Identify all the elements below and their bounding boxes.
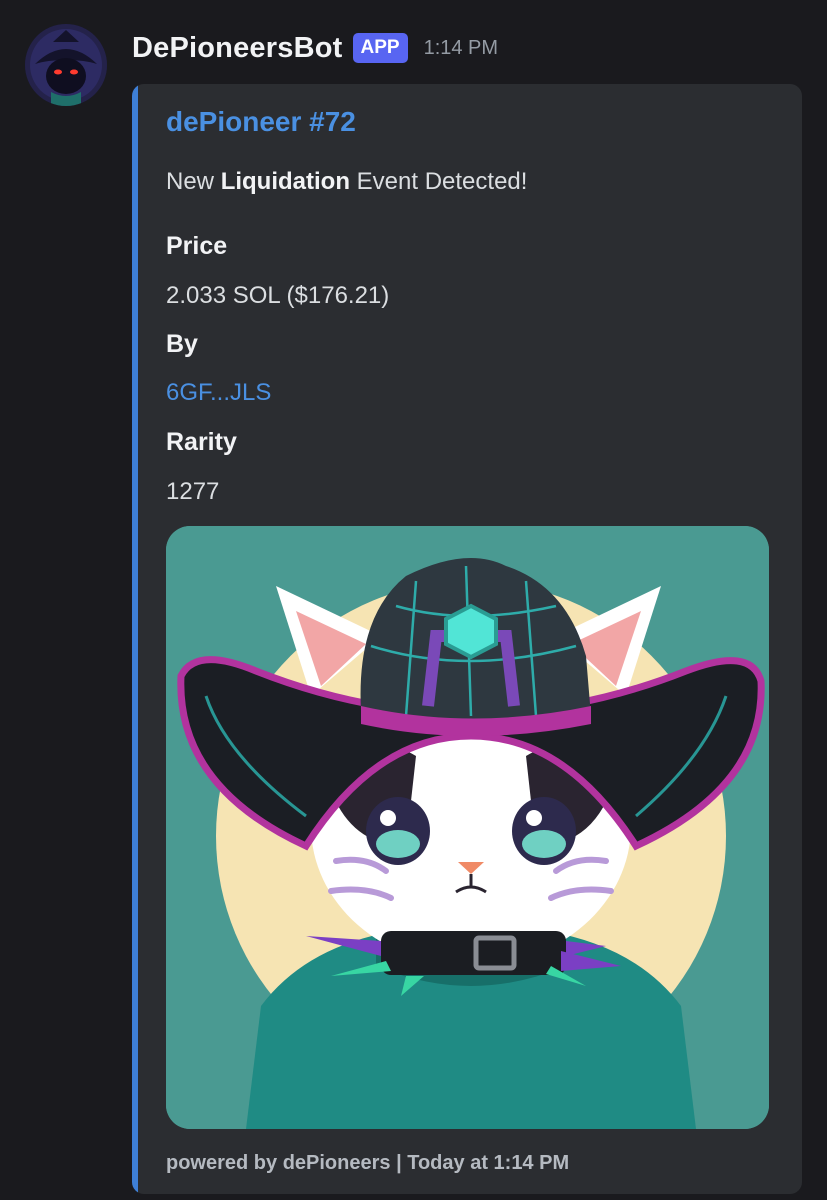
field-price-name: Price bbox=[166, 232, 228, 260]
field-rarity-value: 1277 bbox=[166, 478, 220, 505]
field-by-value-link[interactable]: 6GF...JLS bbox=[166, 379, 271, 407]
description-bold: Liquidation bbox=[220, 168, 350, 195]
field-by-name: By bbox=[166, 330, 198, 358]
description-suffix: Event Detected! bbox=[350, 168, 528, 195]
app-badge: APP bbox=[352, 33, 408, 63]
description-prefix: New bbox=[166, 168, 221, 195]
bot-avatar[interactable] bbox=[25, 24, 107, 106]
field-rarity-name: Rarity bbox=[166, 428, 237, 456]
embed-footer: powered by dePioneers | Today at 1:14 PM bbox=[166, 1152, 570, 1174]
embed-title[interactable]: dePioneer #72 bbox=[166, 106, 356, 138]
embed-card: dePioneer #72 New Liquidation Event Dete… bbox=[132, 84, 802, 1194]
embed-image[interactable] bbox=[166, 526, 769, 1129]
message-timestamp[interactable]: 1:14 PM bbox=[424, 37, 498, 60]
hooded-cat-avatar-icon bbox=[25, 24, 107, 106]
embed-accent-bar bbox=[132, 84, 138, 1194]
field-price-value: 2.033 SOL ($176.21) bbox=[166, 282, 390, 309]
chat-message: DePioneersBot APP 1:14 PM dePioneer #72 … bbox=[0, 0, 827, 1200]
cowboy-cat-nft-image-icon bbox=[166, 526, 769, 1129]
author-name[interactable]: DePioneersBot bbox=[132, 32, 343, 65]
message-header: DePioneersBot APP 1:14 PM bbox=[132, 28, 498, 68]
embed-description: New Liquidation Event Detected! bbox=[166, 168, 527, 196]
